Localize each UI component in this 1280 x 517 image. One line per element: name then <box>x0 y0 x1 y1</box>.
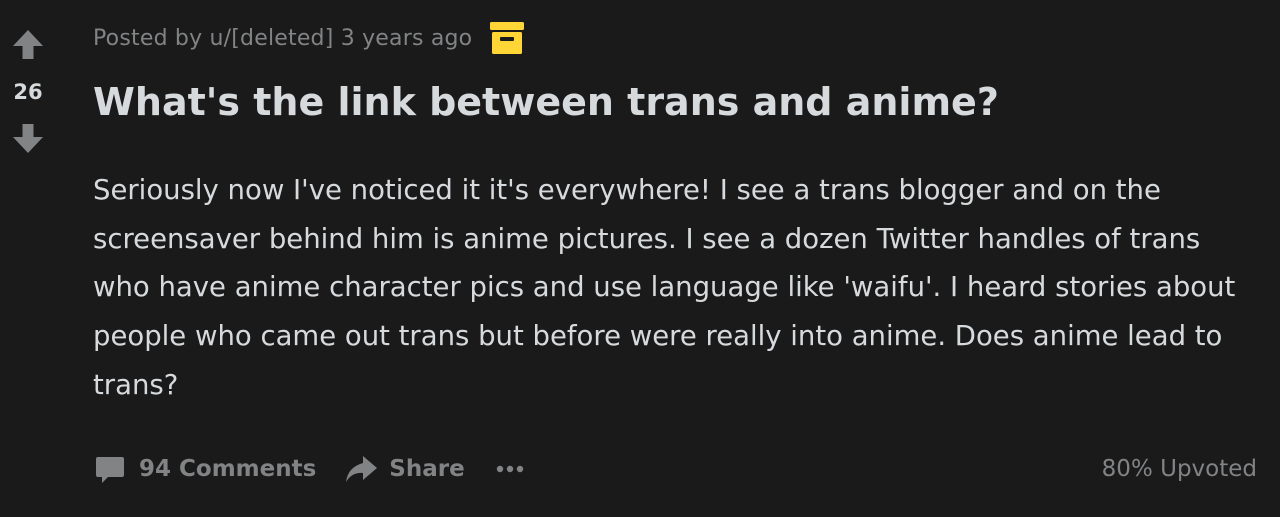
share-label: Share <box>389 456 465 482</box>
post-container: 26 Posted by u/[deleted] 3 years ago Wha… <box>0 0 1280 517</box>
comment-icon <box>93 452 127 486</box>
post-title[interactable]: What's the link between trans and anime? <box>93 74 999 130</box>
post-meta: Posted by u/[deleted] 3 years ago <box>93 18 526 58</box>
upvote-icon[interactable] <box>10 27 46 63</box>
archive-icon <box>488 19 526 57</box>
posted-by-text: Posted by u/[deleted] 3 years ago <box>93 25 473 51</box>
more-dots-icon <box>495 464 525 474</box>
comments-label: 94 Comments <box>139 456 317 482</box>
comments-button[interactable]: 94 Comments <box>93 452 316 486</box>
upvote-ratio: 80% Upvoted <box>1101 456 1257 482</box>
more-options-button[interactable] <box>493 452 527 486</box>
post-actions-bar: 94 Comments Share <box>93 446 527 492</box>
share-icon <box>343 452 379 486</box>
downvote-icon[interactable] <box>10 120 46 156</box>
vote-column: 26 <box>0 0 58 517</box>
share-button[interactable]: Share <box>343 452 465 486</box>
vote-score: 26 <box>13 80 43 104</box>
post-body: Seriously now I've noticed it it's every… <box>93 174 1236 401</box>
